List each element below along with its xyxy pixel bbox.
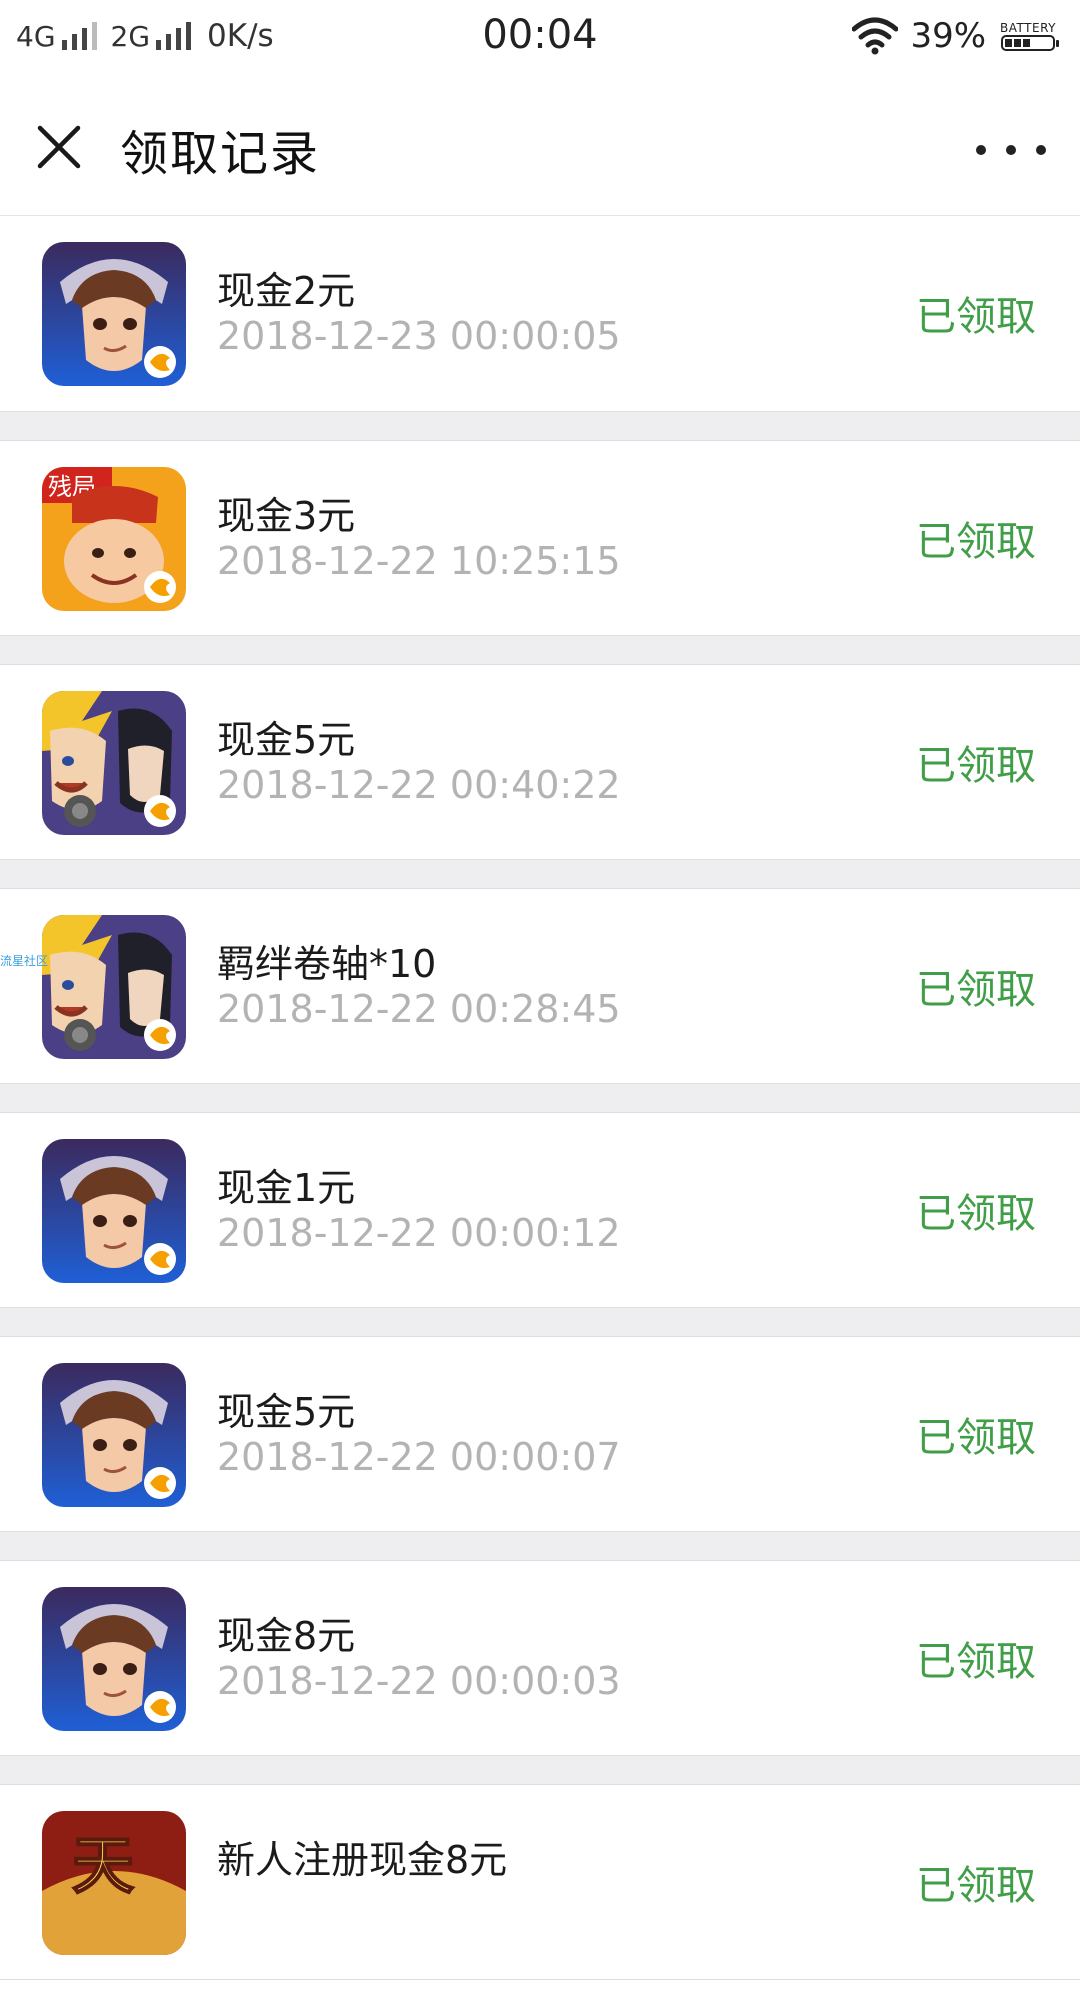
claim-time: 2018-12-22 10:25:15 <box>217 539 621 583</box>
reward-title: 羁绊卷轴*10 <box>217 942 437 986</box>
hero-game-icon <box>42 1587 186 1731</box>
close-icon[interactable] <box>28 118 88 178</box>
status-bar: 4G 2G 0K/s 00:04 39% BATTERY <box>0 0 1080 74</box>
card-game-icon: 残局 <box>42 467 186 611</box>
claim-record-list: 现金2元 2018-12-23 00:00:05 已领取 残局 现金3元 2018-12-… <box>0 216 1080 2008</box>
record-row[interactable]: 现金2元 2018-12-23 00:00:05 已领取 <box>0 216 1080 412</box>
reward-title: 现金2元 <box>217 269 356 313</box>
battery-indicator: BATTERY <box>1000 21 1060 51</box>
record-row[interactable]: 现金1元 2018-12-22 00:00:12 已领取 <box>0 1112 1080 1308</box>
ninja-game-icon <box>42 915 186 1059</box>
hero-game-icon <box>42 1363 186 1507</box>
battery-label: BATTERY <box>1000 21 1056 35</box>
claim-status: 已领取 <box>916 967 1036 1013</box>
claim-status: 已领取 <box>916 1415 1036 1461</box>
battery-icon <box>1001 35 1060 51</box>
record-row[interactable]: 现金8元 2018-12-22 00:00:03 已领取 <box>0 1560 1080 1756</box>
claim-time: 2018-12-22 00:00:12 <box>217 1211 621 1255</box>
more-options-icon[interactable] <box>976 130 1046 170</box>
claim-time: 2018-12-23 00:00:05 <box>217 314 621 358</box>
claim-time: 2018-12-22 00:00:07 <box>217 1435 621 1479</box>
reward-title: 现金5元 <box>217 1390 356 1434</box>
claim-time: 2018-12-22 00:40:22 <box>217 763 621 807</box>
hero-game-icon <box>42 242 186 386</box>
record-row[interactable]: 残局 现金3元 2018-12-22 10:25:15 已领取 <box>0 440 1080 636</box>
watermark: 流星社区 <box>0 954 49 968</box>
claim-status: 已领取 <box>916 519 1036 565</box>
record-row[interactable]: 天 新人注册现金8元已领取 <box>0 1784 1080 1980</box>
warrior-game-icon: 天 <box>42 1811 186 1955</box>
system-indicators: 39% BATTERY <box>852 14 1060 58</box>
page-title: 领取记录 <box>120 126 321 182</box>
wifi-icon <box>852 17 899 55</box>
nav-header: 领取记录 <box>0 74 1080 216</box>
claim-status: 已领取 <box>916 743 1036 789</box>
battery-percentage: 39% <box>910 16 987 56</box>
ninja-game-icon <box>42 691 186 835</box>
reward-title: 新人注册现金8元 <box>217 1838 508 1882</box>
reward-title: 现金5元 <box>217 718 356 762</box>
record-row[interactable]: 羁绊卷轴*10 2018-12-22 00:28:45 已领取 <box>0 888 1080 1084</box>
reward-title: 现金3元 <box>217 494 356 538</box>
reward-title: 现金1元 <box>217 1166 356 1210</box>
reward-title: 现金8元 <box>217 1614 356 1658</box>
claim-time: 2018-12-22 00:28:45 <box>217 987 621 1031</box>
record-row[interactable]: 现金5元 2018-12-22 00:40:22 已领取 <box>0 664 1080 860</box>
record-row[interactable]: 现金5元 2018-12-22 00:00:07 已领取 <box>0 1336 1080 1532</box>
claim-status: 已领取 <box>916 1191 1036 1237</box>
claim-status: 已领取 <box>916 294 1036 340</box>
claim-status: 已领取 <box>916 1639 1036 1685</box>
claim-status: 已领取 <box>916 1863 1036 1909</box>
claim-time: 2018-12-22 00:00:03 <box>217 1659 621 1703</box>
hero-game-icon <box>42 1139 186 1283</box>
game-badge: 天 <box>72 1829 134 1902</box>
